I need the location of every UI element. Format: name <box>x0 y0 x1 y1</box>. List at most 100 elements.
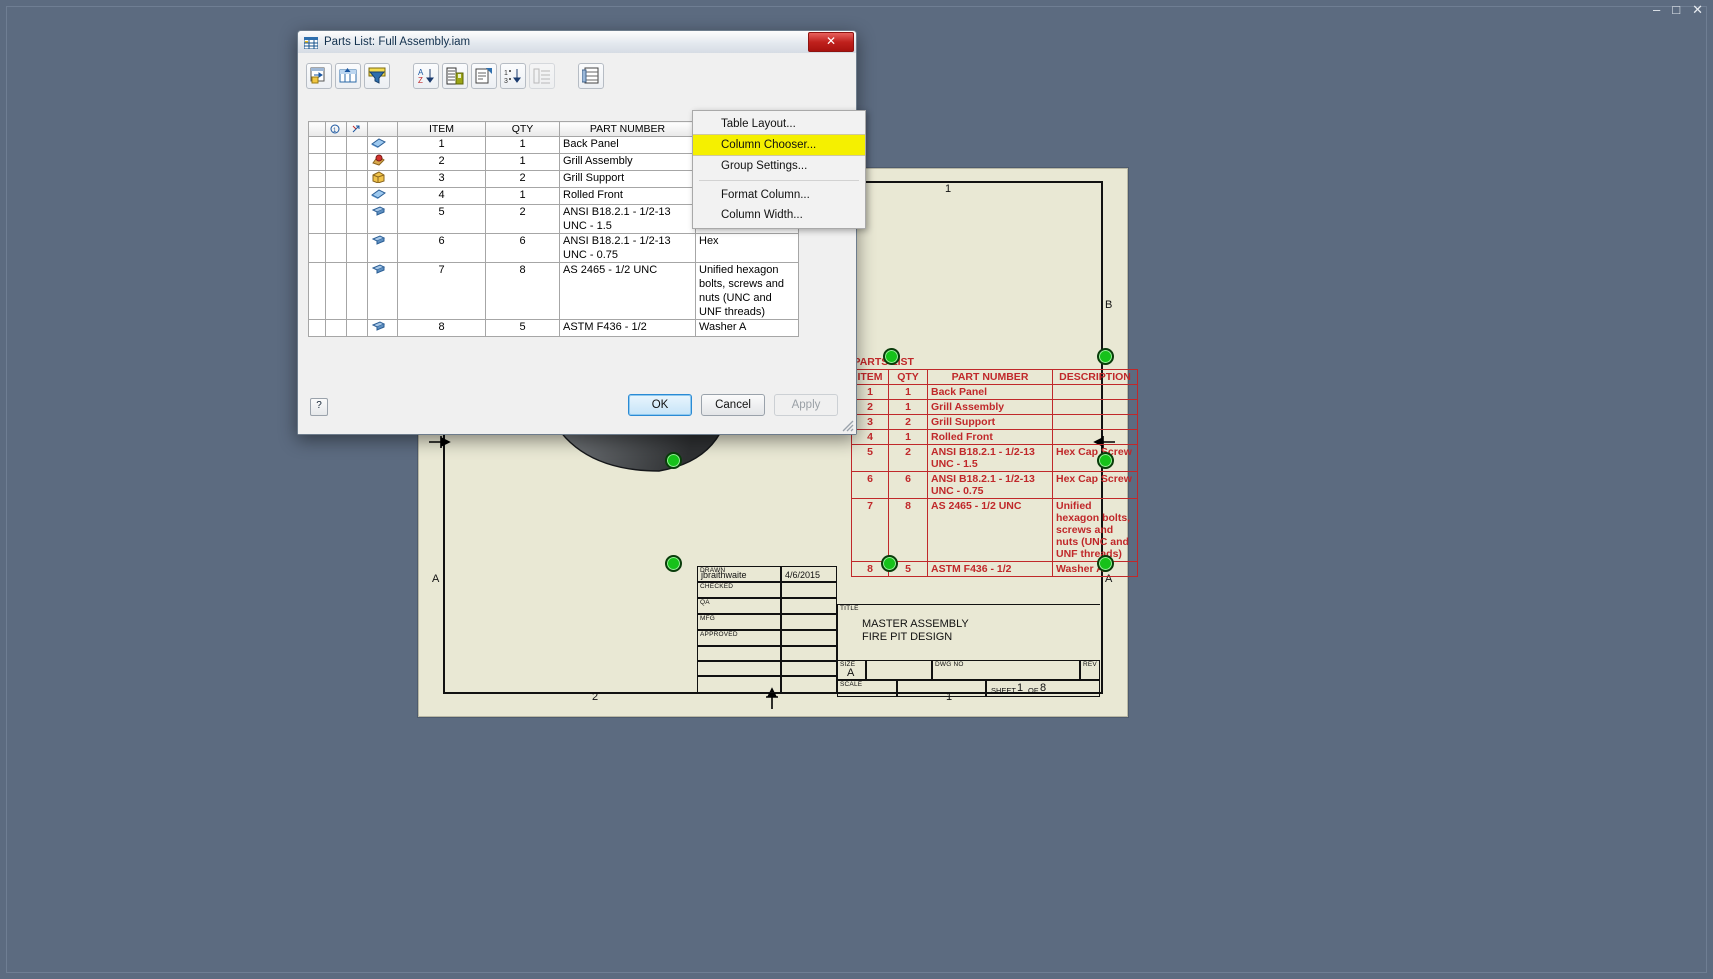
cell-select[interactable] <box>308 153 326 171</box>
table-row: 4 1 Rolled Front <box>851 429 1138 445</box>
cell-part-number: ANSI B18.2.1 - 1/2-13 UNC - 1.5 <box>927 444 1053 472</box>
cell-bom <box>325 170 347 188</box>
maximize-icon[interactable]: □ <box>1672 3 1680 16</box>
grid-header-override-icon[interactable] <box>346 121 368 137</box>
cell-description <box>1052 414 1138 430</box>
cell-part-number[interactable]: AS 2465 - 1/2 UNC <box>559 262 696 320</box>
drawing-parts-list-table[interactable]: PARTS LIST ITEM QTY PART NUMBER DESCRIPT… <box>851 355 1138 577</box>
cancel-button[interactable]: Cancel <box>701 394 765 416</box>
weldment-icon <box>367 153 398 171</box>
grip-handle-mid-right[interactable] <box>1097 452 1114 469</box>
cell-qty: 1 <box>485 153 560 171</box>
sheetmetal-icon <box>367 187 398 205</box>
grid-header-part-number[interactable]: PART NUMBER <box>559 121 696 137</box>
value-sheet-total: 8 <box>1040 682 1047 694</box>
drawing-title-block[interactable]: DRAWN jbraithwaite 4/6/2015 CHECKED QA M… <box>697 566 1100 697</box>
dialog-footer-buttons[interactable]: OK Cancel Apply <box>628 394 838 416</box>
column-context-menu[interactable]: Table Layout... Column Chooser... Group … <box>692 110 866 229</box>
grip-handle-bottom-left[interactable] <box>665 555 682 572</box>
grid-header-type[interactable] <box>367 121 398 137</box>
resize-grip[interactable] <box>840 418 854 432</box>
parts-list-header-item: ITEM <box>851 369 889 385</box>
cell-qty: 8 <box>485 262 560 320</box>
cell-part-number[interactable]: Grill Support <box>559 170 696 188</box>
menu-item-group-settings[interactable]: Group Settings... <box>693 156 865 176</box>
parts-list-header-description: DESCRIPTION <box>1052 369 1138 385</box>
grip-handle-mid-left[interactable] <box>665 452 682 469</box>
cell-part-number[interactable]: ANSI B18.2.1 - 1/2-13 UNC - 1.5 <box>559 204 696 234</box>
cell-select[interactable] <box>308 204 326 234</box>
cell-qty: 6 <box>888 471 928 499</box>
cell-part-number[interactable]: ANSI B18.2.1 - 1/2-13 UNC - 0.75 <box>559 233 696 263</box>
cell-description: Hex Cap Screw <box>1052 471 1138 499</box>
cell-description[interactable]: Washer A <box>695 319 799 337</box>
menu-item-table-layout[interactable]: Table Layout... <box>693 114 865 134</box>
grip-handle-top-left[interactable] <box>883 348 900 365</box>
cell-part-number[interactable]: Rolled Front <box>559 187 696 205</box>
cell-description[interactable]: Unified hexagon bolts, screws and nuts (… <box>695 262 799 320</box>
grid-header-bom-icon[interactable]: 1 <box>325 121 347 137</box>
cell-qty: 1 <box>888 399 928 415</box>
close-icon[interactable]: ✕ <box>808 32 854 52</box>
close-icon[interactable]: ✕ <box>1692 3 1703 16</box>
svg-text:3: 3 <box>504 78 508 85</box>
cell-select[interactable] <box>308 233 326 263</box>
zone-label-right-b: B <box>1105 299 1113 311</box>
cell-select[interactable] <box>308 262 326 320</box>
dialog-title-bar[interactable]: Parts List: Full Assembly.iam ✕ <box>298 31 856 54</box>
cell-item: 1 <box>851 384 889 400</box>
minimize-icon[interactable]: – <box>1653 3 1660 16</box>
cell-override <box>346 262 368 320</box>
renumber-button[interactable]: 1 3 <box>500 63 526 89</box>
cell-bom <box>325 233 347 263</box>
fastener-icon <box>367 319 398 337</box>
sort-button[interactable]: A Z <box>413 63 439 89</box>
cell-part-number[interactable]: Grill Assembly <box>559 153 696 171</box>
window-controls[interactable]: – □ ✕ <box>1653 3 1703 16</box>
cell-part-number: Grill Support <box>927 414 1053 430</box>
cell-select[interactable] <box>308 136 326 154</box>
menu-item-format-column[interactable]: Format Column... <box>693 185 865 205</box>
cell-select[interactable] <box>308 170 326 188</box>
cell-override <box>346 170 368 188</box>
table-row: 1 1 Back Panel <box>851 384 1138 400</box>
cell-select[interactable] <box>308 187 326 205</box>
parts-list-dialog[interactable]: Parts List: Full Assembly.iam ✕ A Z 1 3 … <box>297 30 857 435</box>
cell-item: 4 <box>851 429 889 445</box>
table-layout-button[interactable] <box>471 63 497 89</box>
label-approved: APPROVED <box>700 631 738 638</box>
section-arrow-left-icon <box>429 436 451 448</box>
table-row: 6 6 ANSI B18.2.1 - 1/2-13 UNC - 0.75 Hex Ca… <box>851 471 1138 499</box>
cell-bom <box>325 187 347 205</box>
export-button[interactable] <box>442 63 468 89</box>
help-button[interactable]: ? <box>310 398 328 416</box>
member-selection-button[interactable] <box>578 63 604 89</box>
table-row: 7 8 AS 2465 - 1/2 UNC Unified hexagon bolts… <box>851 498 1138 562</box>
grip-handle-top-right[interactable] <box>1097 348 1114 365</box>
cell-part-number[interactable]: Back Panel <box>559 136 696 154</box>
grid-header-item[interactable]: ITEM <box>397 121 486 137</box>
cell-part-number[interactable]: ASTM F436 - 1/2 <box>559 319 696 337</box>
cell-qty: 2 <box>888 444 928 472</box>
cell-select[interactable] <box>308 319 326 337</box>
grid-header-select[interactable] <box>308 121 326 137</box>
cell-qty: 2 <box>485 170 560 188</box>
cell-description: Hex Cap Screw <box>1052 444 1138 472</box>
menu-item-column-width[interactable]: Column Width... <box>693 205 865 225</box>
cell-part-number: Rolled Front <box>927 429 1053 445</box>
menu-separator <box>699 180 859 181</box>
cell-bom <box>325 204 347 234</box>
dialog-toolbar[interactable]: A Z 1 3 <box>306 63 604 89</box>
cell-part-number: Back Panel <box>927 384 1053 400</box>
value-drawn-date: 4/6/2015 <box>785 570 821 580</box>
column-chooser-button[interactable] <box>306 63 332 89</box>
menu-item-column-chooser[interactable]: Column Chooser... <box>693 134 865 156</box>
table-row: 8 5 ASTM F436 - 1/2 Washer A <box>308 319 799 337</box>
grid-header-qty[interactable]: QTY <box>485 121 560 137</box>
group-settings-button[interactable] <box>335 63 361 89</box>
filter-settings-button[interactable] <box>364 63 390 89</box>
ok-button[interactable]: OK <box>628 394 692 416</box>
cell-bom <box>325 136 347 154</box>
cell-description[interactable]: Hex <box>695 233 799 263</box>
cell-item: 6 <box>851 471 889 499</box>
